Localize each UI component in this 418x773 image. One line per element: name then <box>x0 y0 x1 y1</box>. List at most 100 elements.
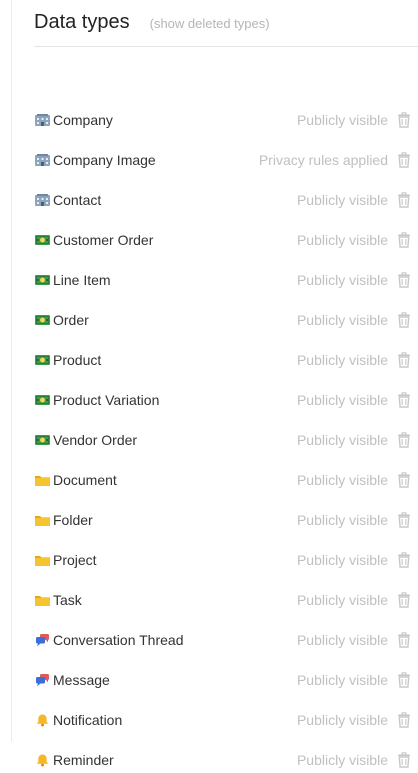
privacy-rules-link[interactable]: Publicly visible <box>297 192 388 208</box>
folder-icon <box>34 473 51 487</box>
money-icon <box>34 393 51 407</box>
data-type-link[interactable]: Notification <box>34 712 122 728</box>
privacy-rules-link[interactable]: Publicly visible <box>297 632 388 648</box>
data-type-link[interactable]: Folder <box>34 512 93 528</box>
data-type-row: Product Variation Publicly visible <box>34 388 418 412</box>
privacy-rules-link[interactable]: Publicly visible <box>297 552 388 568</box>
data-type-row: Line Item Publicly visible <box>34 268 418 292</box>
panel-divider <box>11 0 12 742</box>
trash-icon[interactable] <box>397 272 411 288</box>
privacy-rules-link[interactable]: Publicly visible <box>297 352 388 368</box>
data-type-name: Task <box>53 592 82 608</box>
data-type-name: Customer Order <box>53 232 154 248</box>
trash-icon[interactable] <box>397 152 411 168</box>
folder-icon <box>34 593 51 607</box>
trash-icon[interactable] <box>397 112 411 128</box>
data-type-link[interactable]: Vendor Order <box>34 432 137 448</box>
privacy-rules-link[interactable]: Publicly visible <box>297 752 388 768</box>
panel-header: Data types (show deleted types) <box>34 0 418 47</box>
data-type-row: Product Publicly visible <box>34 348 418 372</box>
data-type-link[interactable]: Task <box>34 592 82 608</box>
privacy-rules-link[interactable]: Publicly visible <box>297 232 388 248</box>
data-type-row: Folder Publicly visible <box>34 508 418 532</box>
data-type-link[interactable]: Reminder <box>34 752 114 768</box>
data-type-link[interactable]: Message <box>34 672 110 688</box>
trash-icon[interactable] <box>397 552 411 568</box>
data-type-row: Message Publicly visible <box>34 668 418 692</box>
privacy-rules-link[interactable]: Publicly visible <box>297 392 388 408</box>
data-type-link[interactable]: Order <box>34 312 89 328</box>
data-type-row: Customer Order Publicly visible <box>34 228 418 252</box>
data-type-name: Notification <box>53 712 123 728</box>
trash-icon[interactable] <box>397 592 411 608</box>
trash-icon[interactable] <box>397 672 411 688</box>
data-type-name: Company Image <box>53 152 156 168</box>
data-type-link[interactable]: Company Image <box>34 152 156 168</box>
trash-icon[interactable] <box>397 312 411 328</box>
data-type-link[interactable]: Conversation Thread <box>34 632 183 648</box>
privacy-rules-link[interactable]: Publicly visible <box>297 312 388 328</box>
money-icon <box>34 353 51 367</box>
privacy-rules-link[interactable]: Publicly visible <box>297 472 388 488</box>
data-type-link[interactable]: Contact <box>34 192 101 208</box>
data-type-row: Notification Publicly visible <box>34 708 418 732</box>
privacy-rules-link[interactable]: Publicly visible <box>297 432 388 448</box>
privacy-rules-link[interactable]: Publicly visible <box>297 672 388 688</box>
trash-icon[interactable] <box>397 192 411 208</box>
data-type-name: Folder <box>53 512 93 528</box>
trash-icon[interactable] <box>397 432 411 448</box>
bell-icon <box>34 713 51 727</box>
trash-icon[interactable] <box>397 352 411 368</box>
building-icon <box>34 153 51 167</box>
data-type-link[interactable]: Product <box>34 352 101 368</box>
trash-icon[interactable] <box>397 392 411 408</box>
data-type-row: Document Publicly visible <box>34 468 418 492</box>
data-type-link[interactable]: Project <box>34 552 97 568</box>
data-type-name: Contact <box>53 192 102 208</box>
money-icon <box>34 313 51 327</box>
page-title: Data types <box>34 10 130 33</box>
building-icon <box>34 113 51 127</box>
trash-icon[interactable] <box>397 232 411 248</box>
data-types-panel: Data types (show deleted types) Company P… <box>34 0 418 768</box>
data-type-name: Company <box>53 112 113 128</box>
money-icon <box>34 233 51 247</box>
data-type-row: Company Image Privacy rules applied <box>34 148 418 172</box>
data-type-link[interactable]: Document <box>34 472 117 488</box>
data-type-name: Line Item <box>53 272 111 288</box>
data-type-link[interactable]: Line Item <box>34 272 111 288</box>
data-type-link[interactable]: Company <box>34 112 113 128</box>
privacy-rules-link[interactable]: Publicly visible <box>297 592 388 608</box>
data-type-row: Vendor Order Publicly visible <box>34 428 418 452</box>
trash-icon[interactable] <box>397 712 411 728</box>
privacy-rules-link[interactable]: Publicly visible <box>297 272 388 288</box>
money-icon <box>34 433 51 447</box>
privacy-rules-link[interactable]: Privacy rules applied <box>259 152 388 168</box>
show-deleted-types-link[interactable]: (show deleted types) <box>150 16 270 31</box>
data-type-name: Order <box>53 312 89 328</box>
speech-bubble-icon <box>34 633 51 647</box>
data-type-link[interactable]: Product Variation <box>34 392 159 408</box>
trash-icon[interactable] <box>397 752 411 768</box>
data-type-row: Task Publicly visible <box>34 588 418 612</box>
data-type-name: Conversation Thread <box>53 632 184 648</box>
bell-icon <box>34 753 51 767</box>
data-type-row: Reminder Publicly visible <box>34 748 418 772</box>
trash-icon[interactable] <box>397 632 411 648</box>
folder-icon <box>34 513 51 527</box>
privacy-rules-link[interactable]: Publicly visible <box>297 512 388 528</box>
privacy-rules-link[interactable]: Publicly visible <box>297 112 388 128</box>
data-type-row: Order Publicly visible <box>34 308 418 332</box>
speech-bubble-icon <box>34 673 51 687</box>
trash-icon[interactable] <box>397 472 411 488</box>
money-icon <box>34 273 51 287</box>
building-icon <box>34 193 51 207</box>
data-type-link[interactable]: Customer Order <box>34 232 153 248</box>
data-type-name: Vendor Order <box>53 432 138 448</box>
data-type-row: Contact Publicly visible <box>34 188 418 212</box>
trash-icon[interactable] <box>397 512 411 528</box>
data-type-row: Project Publicly visible <box>34 548 418 572</box>
privacy-rules-link[interactable]: Publicly visible <box>297 712 388 728</box>
data-type-name: Reminder <box>53 752 114 768</box>
data-type-name: Message <box>53 672 110 688</box>
